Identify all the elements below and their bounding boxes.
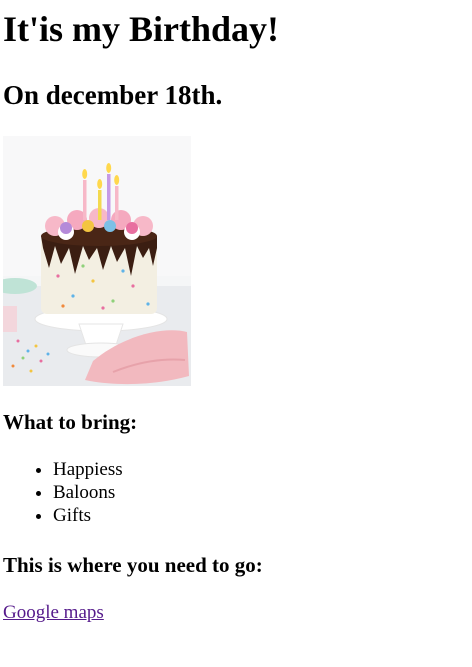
date-subtitle: On december 18th. — [3, 80, 223, 110]
bring-heading: What to bring: — [3, 410, 138, 434]
page: It'is my Birthday! On december 18th. Wha… — [0, 0, 472, 667]
list-item: Baloons — [53, 481, 123, 504]
google-maps-link[interactable]: Google maps — [3, 601, 104, 625]
location-heading: This is where you need to go: — [3, 553, 263, 577]
list-item: Happiess — [53, 458, 123, 481]
bring-list: Happiess Baloons Gifts — [3, 458, 123, 527]
list-item: Gifts — [53, 504, 123, 527]
page-title: It'is my Birthday! — [3, 9, 280, 49]
birthday-cake-image — [3, 136, 191, 386]
